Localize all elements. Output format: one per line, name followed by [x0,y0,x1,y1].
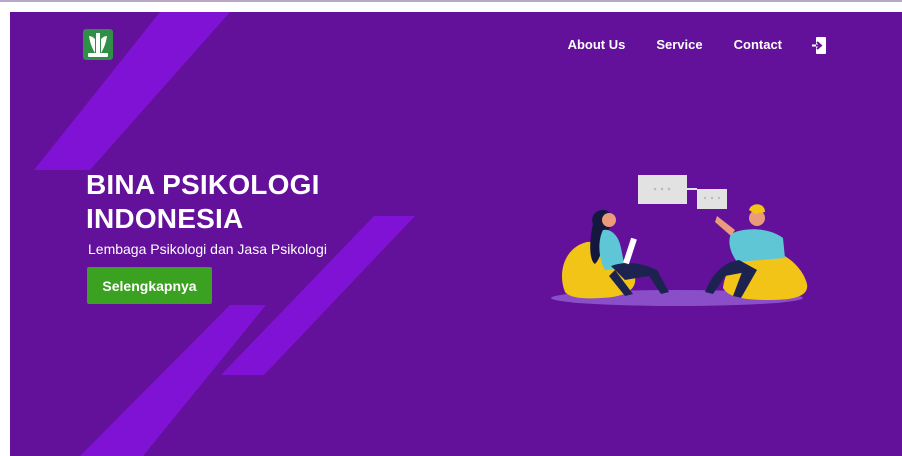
logo[interactable] [83,29,113,60]
hero-section: About Us Service Contact BINA PSIKOLOGI … [10,12,902,456]
stripe-middle [221,216,415,375]
two-people-chatting-illustration [551,175,808,306]
page-title: BINA PSIKOLOGI INDONESIA [86,168,386,236]
nav-service[interactable]: Service [656,37,702,52]
stripe-bottom [80,305,266,456]
title-line-2: INDONESIA [86,203,244,234]
nav-about-us[interactable]: About Us [568,37,626,52]
stripe-top [34,12,230,170]
nav-contact[interactable]: Contact [734,37,782,52]
leaf-emblem-icon [88,33,108,57]
top-border [0,0,902,2]
login-icon[interactable] [812,37,826,54]
subtitle: Lembaga Psikologi dan Jasa Psikologi [88,241,327,257]
main-navigation: About Us Service Contact [568,37,782,52]
learn-more-button[interactable]: Selengkapnya [87,267,212,304]
title-line-1: BINA PSIKOLOGI [86,169,320,200]
